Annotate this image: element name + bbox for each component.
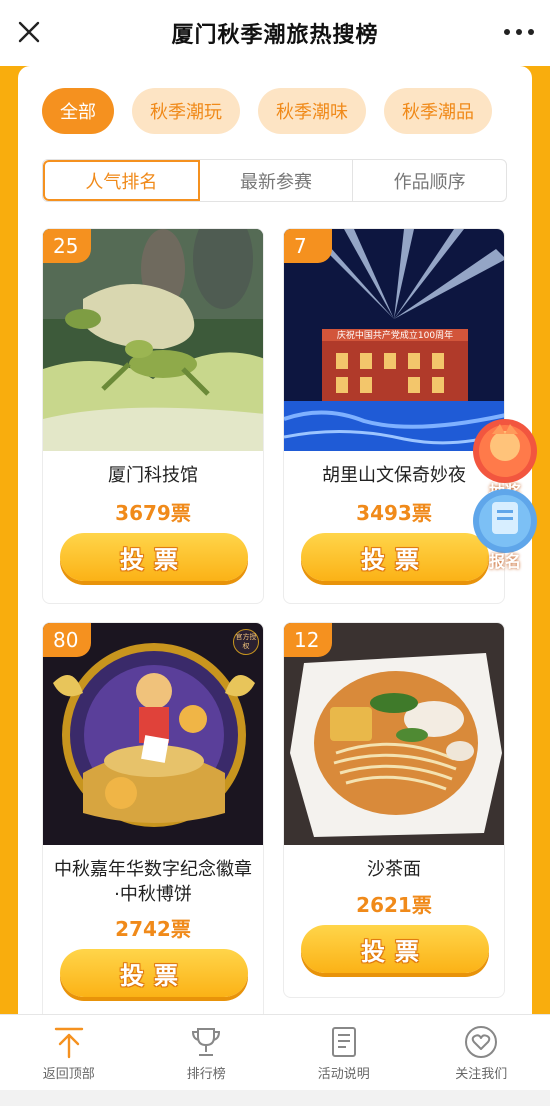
vote-count: 3493票 — [356, 501, 432, 525]
entry-name: 胡里山文保奇妙夜 — [322, 465, 466, 486]
tab-popularity[interactable]: 人气排名 — [43, 160, 200, 201]
document-icon — [331, 1027, 356, 1057]
entry-card[interactable]: 官方授权 80 中秋嘉年华数字纪念徽章·中秋博饼 2742票 投票 — [42, 622, 264, 1014]
vote-button[interactable]: 投票 — [60, 533, 248, 581]
signup-label: 报名 — [488, 552, 521, 571]
signup-button[interactable]: 报名 — [472, 486, 538, 572]
tab-label: 排行榜 — [186, 1067, 226, 1082]
trophy-icon — [192, 1028, 221, 1056]
tab-label: 关注我们 — [455, 1067, 508, 1082]
bottom-tab-bar: 返回顶部 排行榜 活动说明 关注我们 — [0, 1014, 550, 1090]
vote-button[interactable]: 投票 — [301, 533, 489, 581]
entry-name: 沙茶面 — [367, 859, 421, 880]
rank-badge: 7 — [284, 229, 332, 263]
vote-button[interactable]: 投票 — [60, 949, 248, 997]
vote-button-label: 投票 — [361, 937, 429, 966]
vote-button-label: 投票 — [361, 545, 429, 574]
sort-tabs: 人气排名 最新参赛 作品顺序 — [42, 159, 507, 202]
tab-follow-us[interactable]: 关注我们 — [413, 1015, 550, 1090]
entry-card[interactable]: 25 厦门科技馆 3679票 投票 — [42, 228, 264, 604]
tab-newest[interactable]: 最新参赛 — [200, 160, 354, 201]
title-bar: 厦门秋季潮旅热搜榜 — [0, 0, 550, 66]
signup-icon — [473, 489, 537, 553]
tab-instructions[interactable]: 活动说明 — [275, 1015, 413, 1090]
home-indicator-area — [0, 1090, 550, 1106]
chip-autumn-taste[interactable]: 秋季潮味 — [258, 88, 366, 134]
lottery-icon — [473, 419, 537, 483]
entry-card[interactable]: 12 沙茶面 2621票 投票 — [283, 622, 505, 998]
tab-order[interactable]: 作品顺序 — [353, 160, 506, 201]
chip-autumn-goods[interactable]: 秋季潮品 — [384, 88, 492, 134]
chip-all[interactable]: 全部 — [42, 88, 114, 134]
close-icon[interactable] — [14, 17, 44, 47]
vote-count: 2742票 — [115, 917, 191, 941]
official-badge: 官方授权 — [233, 629, 259, 655]
vote-count: 2621票 — [356, 893, 432, 917]
vote-button-label: 投票 — [120, 961, 188, 990]
rank-badge: 12 — [284, 623, 332, 657]
more-menu-icon[interactable] — [504, 20, 534, 44]
tab-ranking[interactable]: 排行榜 — [138, 1015, 276, 1090]
heart-icon — [465, 1026, 498, 1058]
rank-badge: 25 — [43, 229, 91, 263]
tab-label: 活动说明 — [317, 1067, 370, 1082]
entry-name: 厦门科技馆 — [108, 465, 198, 486]
arrow-up-icon — [54, 1027, 83, 1059]
rank-badge: 80 — [43, 623, 91, 657]
vote-button-label: 投票 — [120, 545, 188, 574]
page-title: 厦门秋季潮旅热搜榜 — [171, 23, 379, 48]
vote-button[interactable]: 投票 — [301, 925, 489, 973]
entry-name: 中秋嘉年华数字纪念徽章·中秋博饼 — [54, 859, 252, 905]
tab-label: 返回顶部 — [42, 1067, 95, 1082]
content-stage: 全部 秋季潮玩 秋季潮味 秋季潮品 人气排名 最新参赛 作品顺序 25 厦门科技… — [0, 66, 550, 1014]
category-chips: 全部 秋季潮玩 秋季潮味 秋季潮品 — [42, 88, 492, 134]
content-panel: 全部 秋季潮玩 秋季潮味 秋季潮品 人气排名 最新参赛 作品顺序 25 厦门科技… — [18, 66, 532, 1014]
vote-count: 3679票 — [115, 501, 191, 525]
chip-autumn-play[interactable]: 秋季潮玩 — [132, 88, 240, 134]
banner-text: 庆祝中国共产党成立100周年 — [337, 329, 453, 341]
tab-back-to-top[interactable]: 返回顶部 — [0, 1015, 138, 1090]
